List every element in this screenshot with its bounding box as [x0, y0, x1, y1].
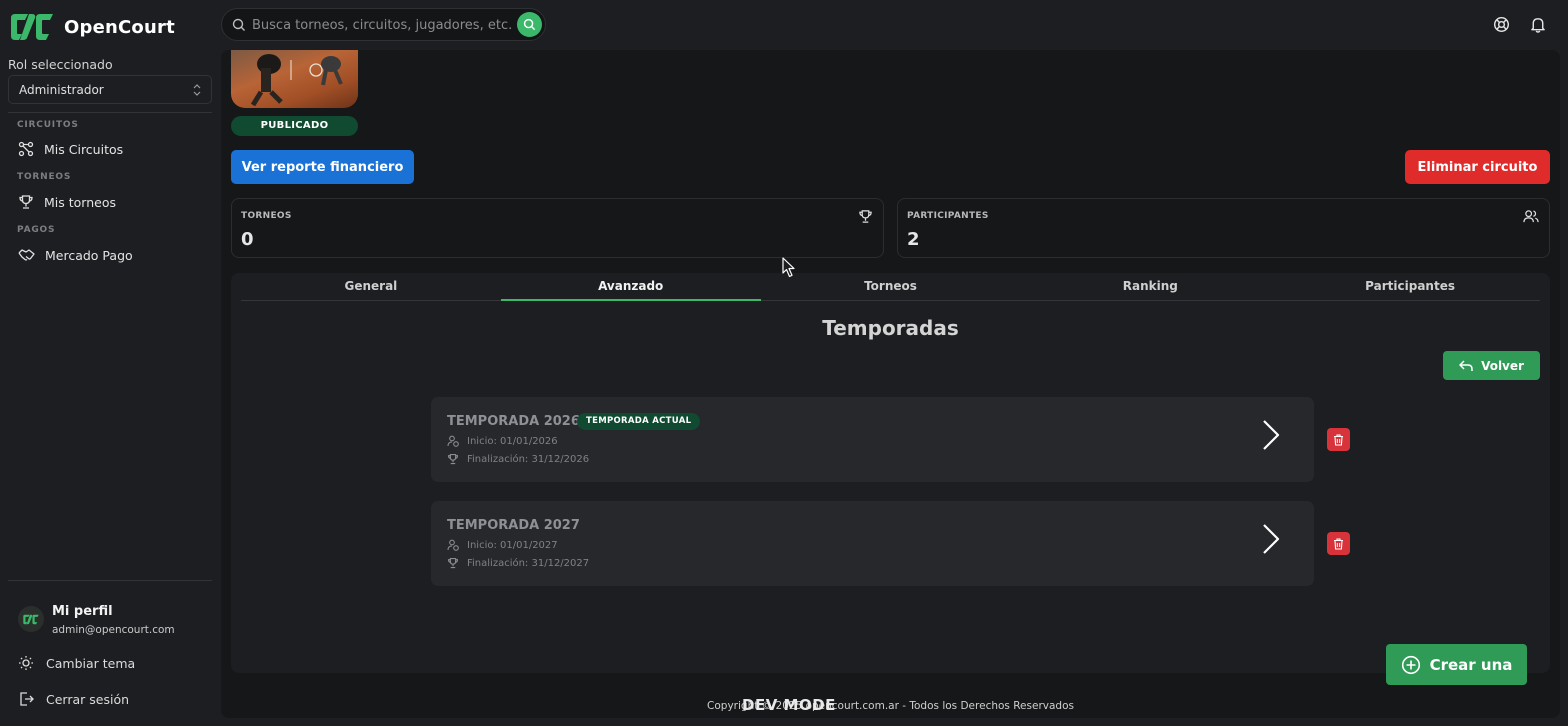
- create-season-label: Crear una: [1429, 655, 1513, 674]
- tab-ranking[interactable]: Ranking: [1020, 273, 1280, 300]
- plus-circle-icon: [1401, 655, 1420, 674]
- season-start: Inicio: 01/01/2027: [467, 539, 558, 551]
- logout-button[interactable]: Cerrar sesión: [18, 689, 129, 709]
- delete-circuit-button[interactable]: Eliminar circuito: [1405, 150, 1550, 184]
- financial-report-button[interactable]: Ver reporte financiero: [231, 150, 414, 184]
- sidebar-item-mercado-pago[interactable]: Mercado Pago: [8, 242, 212, 268]
- season-card[interactable]: TEMPORADA 2027 Inicio: 01/01/2027 Finali…: [431, 501, 1314, 586]
- circuit-nodes-icon: [18, 141, 34, 157]
- back-button[interactable]: Volver: [1443, 351, 1540, 380]
- search-button[interactable]: [517, 12, 542, 37]
- user-clock-icon: [447, 539, 459, 551]
- stat-value: 0: [241, 229, 254, 250]
- bell-icon[interactable]: [1530, 16, 1546, 33]
- sidebar-item-label: Mis Circuitos: [44, 141, 124, 157]
- mouse-cursor-icon: [782, 257, 795, 278]
- help-lifebuoy-icon[interactable]: [1493, 16, 1510, 33]
- dev-mode-label: DEV MODE: [742, 696, 836, 714]
- stat-label: TORNEOS: [241, 211, 292, 221]
- avatar: [18, 606, 44, 632]
- sun-icon: [19, 656, 33, 670]
- return-arrow-icon: [1459, 359, 1473, 371]
- tab-general[interactable]: General: [241, 273, 501, 300]
- stat-label: PARTICIPANTES: [907, 211, 989, 221]
- sidebar: Rol seleccionado Administrador CIRCUITOS…: [0, 50, 221, 726]
- season-end: Finalización: 31/12/2027: [467, 557, 590, 569]
- stat-card-participantes: PARTICIPANTES 2: [897, 198, 1550, 258]
- tab-bar: General Avanzado Torneos Ranking Partici…: [241, 273, 1540, 301]
- logout-icon: [20, 692, 34, 706]
- chevron-up-down-icon: [193, 84, 201, 96]
- status-badge: PUBLICADO: [231, 116, 358, 136]
- tennis-court-photo: [250, 54, 343, 107]
- profile-link[interactable]: Mi perfil admin@opencourt.com: [18, 604, 212, 642]
- search-icon: [232, 18, 245, 31]
- trash-icon: [1334, 537, 1343, 550]
- back-button-label: Volver: [1481, 358, 1524, 373]
- chevron-right-icon[interactable]: [1261, 419, 1281, 451]
- season-end-row: Finalización: 31/12/2027: [447, 557, 589, 569]
- opencourt-logo-icon: [11, 14, 53, 40]
- search-icon: [523, 18, 536, 31]
- search-input[interactable]: [252, 16, 514, 34]
- season-name: TEMPORADA 2026: [447, 414, 580, 429]
- search-bar: [221, 8, 546, 41]
- role-select-value: Administrador: [19, 83, 104, 97]
- stat-card-torneos: TORNEOS 0: [231, 198, 884, 258]
- profile-name: Mi perfil: [52, 604, 113, 619]
- season-name: TEMPORADA 2027: [447, 518, 580, 533]
- role-select[interactable]: Administrador: [8, 75, 212, 104]
- user-clock-icon: [447, 435, 459, 447]
- scrollbar-track[interactable]: [1560, 50, 1568, 726]
- role-label: Rol seleccionado: [8, 57, 113, 72]
- tab-torneos[interactable]: Torneos: [761, 273, 1021, 300]
- handshake-icon: [18, 249, 35, 261]
- section-title: Temporadas: [822, 316, 959, 340]
- circuit-tabs-panel: General Avanzado Torneos Ranking Partici…: [231, 273, 1550, 673]
- season-start-row: Inicio: 01/01/2026: [447, 435, 558, 447]
- section-title-pagos: PAGOS: [17, 225, 56, 235]
- trophy-icon: [447, 453, 459, 465]
- section-title-torneos: TORNEOS: [17, 172, 72, 182]
- logout-label: Cerrar sesión: [46, 691, 130, 707]
- change-theme-label: Cambiar tema: [46, 655, 136, 671]
- top-bar: OpenCourt: [0, 0, 1568, 50]
- create-season-button[interactable]: Crear una: [1386, 644, 1527, 685]
- season-end-row: Finalización: 31/12/2026: [447, 453, 589, 465]
- season-end: Finalización: 31/12/2026: [467, 453, 590, 465]
- stat-value: 2: [907, 229, 920, 250]
- trophy-icon: [19, 195, 33, 209]
- season-start-row: Inicio: 01/01/2027: [447, 539, 558, 551]
- tab-participantes[interactable]: Participantes: [1280, 273, 1540, 300]
- sidebar-item-label: Mis torneos: [44, 194, 116, 210]
- chevron-right-icon[interactable]: [1261, 523, 1281, 555]
- users-icon: [1523, 210, 1539, 223]
- season-card[interactable]: TEMPORADA 2026 TEMPORADA ACTUAL Inicio: …: [431, 397, 1314, 482]
- sidebar-item-label: Mercado Pago: [45, 247, 133, 263]
- tab-avanzado[interactable]: Avanzado: [500, 273, 761, 301]
- brand-name: OpenCourt: [64, 16, 175, 38]
- sidebar-item-mis-circuitos[interactable]: Mis Circuitos: [8, 136, 212, 162]
- divider: [8, 112, 212, 113]
- divider: [8, 580, 212, 581]
- delete-season-button[interactable]: [1327, 532, 1350, 555]
- main-content: PUBLICADO Ver reporte financiero Elimina…: [221, 50, 1560, 718]
- section-title-circuitos: CIRCUITOS: [17, 120, 79, 130]
- sidebar-item-mis-torneos[interactable]: Mis torneos: [8, 189, 212, 215]
- change-theme-button[interactable]: Cambiar tema: [18, 653, 135, 673]
- trash-icon: [1334, 433, 1343, 446]
- footer-copyright: Copyright © 2025 opencourt.com.ar - Todo…: [707, 700, 1074, 712]
- trophy-icon: [859, 210, 872, 223]
- brand[interactable]: OpenCourt: [8, 12, 175, 42]
- season-start: Inicio: 01/01/2026: [467, 435, 558, 447]
- trophy-icon: [447, 557, 459, 569]
- current-season-badge: TEMPORADA ACTUAL: [577, 413, 701, 430]
- circuit-banner-image: [231, 50, 358, 108]
- delete-season-button[interactable]: [1327, 428, 1350, 451]
- profile-email: admin@opencourt.com: [52, 624, 175, 636]
- opencourt-logo-icon: [23, 614, 39, 624]
